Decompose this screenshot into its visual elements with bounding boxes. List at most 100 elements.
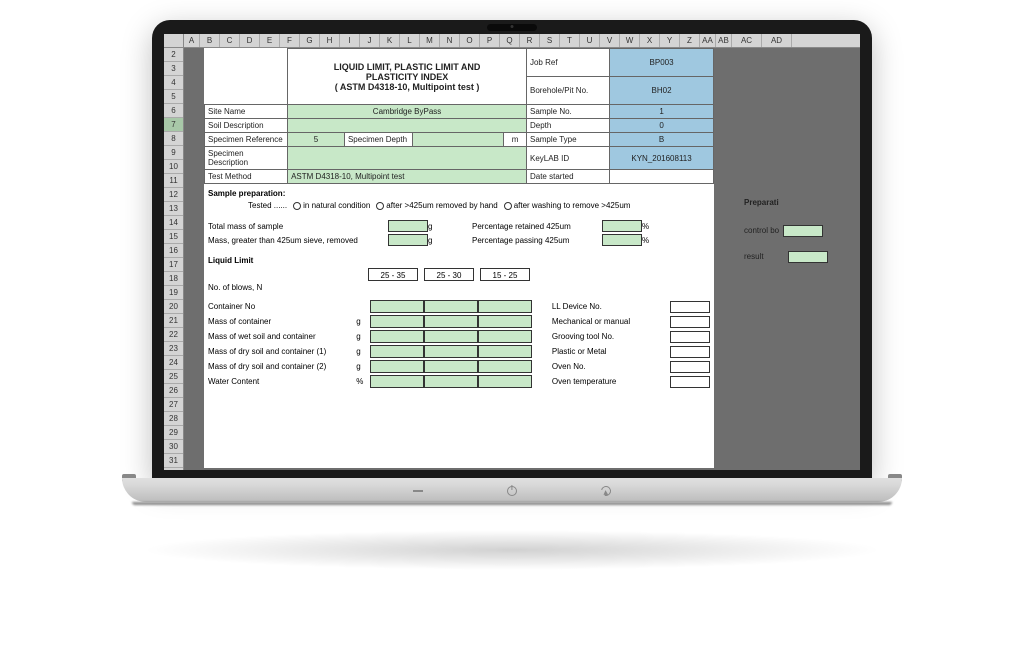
container-no-inputs[interactable] xyxy=(370,300,532,313)
col-header-F[interactable]: F xyxy=(280,34,300,47)
col-header-C[interactable]: C xyxy=(220,34,240,47)
col-header-AD[interactable]: AD xyxy=(762,34,792,47)
row-header-27[interactable]: 27 xyxy=(164,398,183,412)
row-header-9[interactable]: 9 xyxy=(164,146,183,160)
mass-dry2-inputs[interactable] xyxy=(370,360,532,373)
spec-desc-value[interactable] xyxy=(288,147,527,170)
row-header-14[interactable]: 14 xyxy=(164,216,183,230)
col-header-B[interactable]: B xyxy=(200,34,220,47)
col-header-P[interactable]: P xyxy=(480,34,500,47)
row-header-5[interactable]: 5 xyxy=(164,90,183,104)
row-header-4[interactable]: 4 xyxy=(164,76,183,90)
col-header-L[interactable]: L xyxy=(400,34,420,47)
row-header-18[interactable]: 18 xyxy=(164,272,183,286)
radio-washing[interactable] xyxy=(504,202,512,210)
row-header-2[interactable]: 2 xyxy=(164,48,183,62)
col-header-E[interactable]: E xyxy=(260,34,280,47)
oven-temp-input[interactable] xyxy=(670,376,710,388)
col-header-D[interactable]: D xyxy=(240,34,260,47)
soil-desc-value[interactable] xyxy=(288,119,527,133)
row-header-24[interactable]: 24 xyxy=(164,356,183,370)
row-header-3[interactable]: 3 xyxy=(164,62,183,76)
row-header-12[interactable]: 12 xyxy=(164,188,183,202)
mass-gt-input[interactable] xyxy=(388,234,428,246)
spec-depth-value[interactable] xyxy=(413,133,504,147)
pct-passing-input[interactable] xyxy=(602,234,642,246)
col-header-S[interactable]: S xyxy=(540,34,560,47)
spec-ref-value[interactable]: 5 xyxy=(288,133,345,147)
col-header-X[interactable]: X xyxy=(640,34,660,47)
mass-container-inputs[interactable] xyxy=(370,315,532,328)
col-header-M[interactable]: M xyxy=(420,34,440,47)
col-header-O[interactable]: O xyxy=(460,34,480,47)
date-value[interactable] xyxy=(610,170,714,184)
col-header-I[interactable]: I xyxy=(340,34,360,47)
col-header-Z[interactable]: Z xyxy=(680,34,700,47)
row-header-22[interactable]: 22 xyxy=(164,328,183,342)
radio-removed-hand[interactable] xyxy=(376,202,384,210)
row-header-26[interactable]: 26 xyxy=(164,384,183,398)
row-header-17[interactable]: 17 xyxy=(164,258,183,272)
side-control-input[interactable] xyxy=(783,225,823,237)
row-header-15[interactable]: 15 xyxy=(164,230,183,244)
sample-type-value[interactable]: B xyxy=(610,133,714,147)
row-header-31[interactable]: 31 xyxy=(164,454,183,468)
mech-input[interactable] xyxy=(670,316,710,328)
mass-wet-inputs[interactable] xyxy=(370,330,532,343)
plastic-metal-input[interactable] xyxy=(670,346,710,358)
col-header-T[interactable]: T xyxy=(560,34,580,47)
row-header-6[interactable]: 6 xyxy=(164,104,183,118)
row-header-13[interactable]: 13 xyxy=(164,202,183,216)
keylab-value[interactable]: KYN_201608113 xyxy=(610,147,714,170)
col-header-K[interactable]: K xyxy=(380,34,400,47)
col-header-Y[interactable]: Y xyxy=(660,34,680,47)
depth-value[interactable]: 0 xyxy=(610,119,714,133)
row-header-21[interactable]: 21 xyxy=(164,314,183,328)
row-header-28[interactable]: 28 xyxy=(164,412,183,426)
row-header-29[interactable]: 29 xyxy=(164,426,183,440)
job-ref-value[interactable]: BP003 xyxy=(610,49,714,77)
col-header-W[interactable]: W xyxy=(620,34,640,47)
row-header-25[interactable]: 25 xyxy=(164,370,183,384)
col-header-Q[interactable]: Q xyxy=(500,34,520,47)
col-header-R[interactable]: R xyxy=(520,34,540,47)
row-header-20[interactable]: 20 xyxy=(164,300,183,314)
oven-no-input[interactable] xyxy=(670,361,710,373)
row-header-11[interactable]: 11 xyxy=(164,174,183,188)
menu-button[interactable] xyxy=(411,484,425,498)
row-headers[interactable]: 2345678910111213141516171819202122232425… xyxy=(164,34,184,470)
test-method-value[interactable]: ASTM D4318-10, Multipoint test xyxy=(288,170,527,184)
device-no-input[interactable] xyxy=(670,301,710,313)
side-result-input[interactable] xyxy=(788,251,828,263)
water-content-inputs[interactable] xyxy=(370,375,532,388)
col-header-N[interactable]: N xyxy=(440,34,460,47)
col-header-J[interactable]: J xyxy=(360,34,380,47)
borehole-value[interactable]: BH02 xyxy=(610,77,714,105)
col-header-H[interactable]: H xyxy=(320,34,340,47)
row-header-16[interactable]: 16 xyxy=(164,244,183,258)
row-header-7[interactable]: 7 xyxy=(164,118,183,132)
row-header-23[interactable]: 23 xyxy=(164,342,183,356)
row-header-10[interactable]: 10 xyxy=(164,160,183,174)
power-button[interactable] xyxy=(505,484,519,498)
radio-natural[interactable] xyxy=(293,202,301,210)
row-header-8[interactable]: 8 xyxy=(164,132,183,146)
sample-no-value[interactable]: 1 xyxy=(610,105,714,119)
col-header-AC[interactable]: AC xyxy=(732,34,762,47)
total-mass-input[interactable] xyxy=(388,220,428,232)
site-name-value[interactable]: Cambridge ByPass xyxy=(288,105,527,119)
col-header-U[interactable]: U xyxy=(580,34,600,47)
col-header-G[interactable]: G xyxy=(300,34,320,47)
pct-retained-input[interactable] xyxy=(602,220,642,232)
col-header-AA[interactable]: AA xyxy=(700,34,716,47)
grooving-input[interactable] xyxy=(670,331,710,343)
col-header-A[interactable]: A xyxy=(184,34,200,47)
back-button[interactable] xyxy=(599,484,613,498)
row-header-30[interactable]: 30 xyxy=(164,440,183,454)
column-headers[interactable]: ABCDEFGHIJKLMNOPQRSTUVWXYZAAABACAD xyxy=(164,34,860,48)
row-header-19[interactable]: 19 xyxy=(164,286,183,300)
mass-dry1-inputs[interactable] xyxy=(370,345,532,358)
col-header-V[interactable]: V xyxy=(600,34,620,47)
col-header-AB[interactable]: AB xyxy=(716,34,732,47)
select-all-corner[interactable] xyxy=(164,34,184,48)
